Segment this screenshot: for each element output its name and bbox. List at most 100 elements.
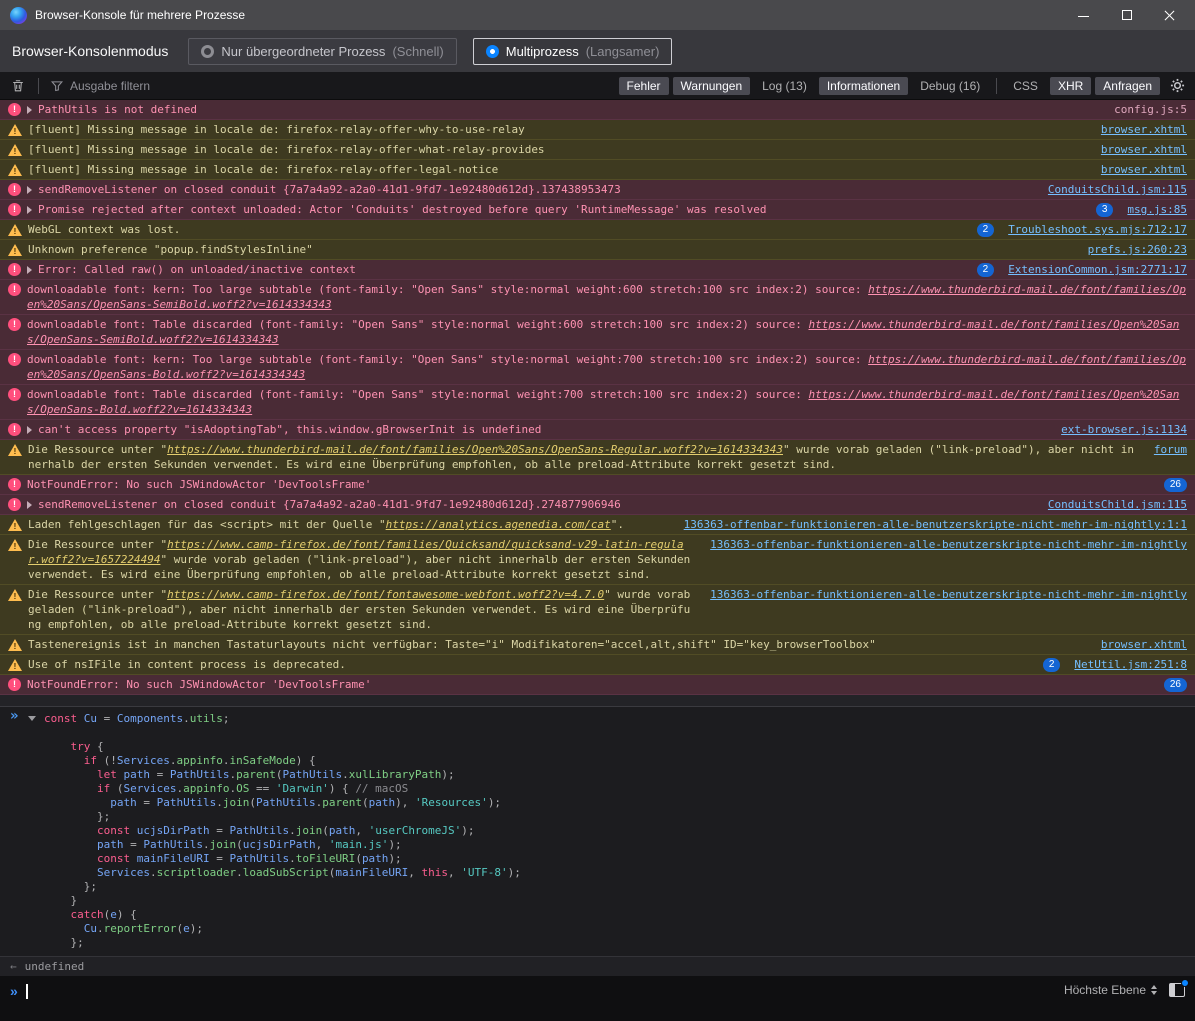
message-text: downloadable font: Table discarded (font…: [27, 317, 1187, 347]
code-line: const ucjsDirPath = PathUtils.join(path,…: [44, 824, 1187, 838]
mode-option-parent-process[interactable]: Nur übergeordneter Prozess (Schnell): [188, 38, 456, 65]
console-warning-row: Unknown preference "popup.findStylesInli…: [0, 240, 1195, 260]
result-value: undefined: [25, 960, 85, 973]
warning-icon: [8, 539, 22, 551]
console-error-row: sendRemoveListener on closed conduit {7a…: [0, 495, 1195, 515]
filter-button-xhr[interactable]: XHR: [1050, 77, 1091, 95]
maximize-button[interactable]: [1121, 10, 1132, 21]
filter-input[interactable]: Ausgabe filtern: [47, 79, 614, 93]
evaluation-context-selector[interactable]: Höchste Ebene: [1064, 983, 1157, 997]
console-error-row: downloadable font: Table discarded (font…: [0, 385, 1195, 420]
gear-icon: [1170, 78, 1185, 93]
code-line: const Cu = Components.utils;: [44, 712, 1187, 726]
filter-button-log-13[interactable]: Log (13): [754, 77, 815, 95]
filter-button-css[interactable]: CSS: [1005, 77, 1046, 95]
console-input-row[interactable]: » Höchste Ebene: [0, 976, 1195, 1021]
code-line: }: [44, 894, 1187, 908]
message-text: Unknown preference "popup.findStylesInli…: [28, 242, 1074, 257]
message-text: Die Ressource unter "https://www.thunder…: [28, 442, 1140, 472]
expand-arrow-icon[interactable]: [27, 106, 32, 114]
warning-icon: [8, 589, 22, 601]
message-url-link[interactable]: https://www.camp-firefox.de/font/familie…: [28, 538, 684, 566]
warning-icon: [8, 444, 22, 456]
message-text: Die Ressource unter "https://www.camp-fi…: [28, 537, 696, 582]
message-url-link[interactable]: https://www.thunderbird-mail.de/font/fam…: [27, 353, 1186, 381]
radio-checked-icon: [486, 45, 499, 58]
message-location[interactable]: 136363-offenbar-funktionieren-alle-benut…: [710, 587, 1187, 602]
message-location[interactable]: ext-browser.js:1134: [1061, 422, 1187, 437]
settings-gear-button[interactable]: [1165, 76, 1189, 96]
message-text: NotFoundError: No such JSWindowActor 'De…: [27, 477, 1158, 492]
error-icon: [8, 353, 21, 366]
repeat-count-badge: 26: [1164, 478, 1187, 492]
message-location[interactable]: ExtensionCommon.jsm:2771:17: [1008, 262, 1187, 277]
collapse-arrow-icon[interactable]: [28, 716, 36, 721]
message-location[interactable]: 136363-offenbar-funktionieren-alle-benut…: [684, 517, 1187, 532]
message-location[interactable]: forum: [1154, 442, 1187, 457]
message-text: PathUtils is not defined: [38, 102, 1100, 117]
warning-icon: [8, 224, 22, 236]
message-location[interactable]: browser.xhtml: [1101, 142, 1187, 157]
notification-dot: [1181, 979, 1189, 987]
message-text: sendRemoveListener on closed conduit {7a…: [38, 182, 1034, 197]
message-text: Tastenereignis ist in manchen Tastaturla…: [28, 637, 1087, 652]
message-location[interactable]: browser.xhtml: [1101, 637, 1187, 652]
filter-button-debug-16[interactable]: Debug (16): [912, 77, 988, 95]
message-text: downloadable font: kern: Too large subta…: [27, 282, 1187, 312]
message-location[interactable]: msg.js:85: [1127, 202, 1187, 217]
message-text: Promise rejected after context unloaded:…: [38, 202, 1090, 217]
message-location[interactable]: browser.xhtml: [1101, 122, 1187, 137]
message-location[interactable]: NetUtil.jsm:251:8: [1074, 657, 1187, 672]
trash-icon: [11, 79, 25, 93]
mode-option-multiprocess[interactable]: Multiprozess (Langsamer): [473, 38, 673, 65]
repeat-count-badge: 26: [1164, 678, 1187, 692]
expand-arrow-icon[interactable]: [27, 186, 32, 194]
expand-arrow-icon[interactable]: [27, 501, 32, 509]
error-icon: [8, 388, 21, 401]
code-line: [44, 726, 1187, 740]
message-url-link[interactable]: https://analytics.agenedia.com/cat: [386, 518, 611, 531]
message-location[interactable]: ConduitsChild.jsm:115: [1048, 497, 1187, 512]
error-icon: [8, 423, 21, 436]
titlebar: Browser-Konsole für mehrere Prozesse: [0, 0, 1195, 30]
message-location[interactable]: Troubleshoot.sys.mjs:712:17: [1008, 222, 1187, 237]
message-url-link[interactable]: https://www.thunderbird-mail.de/font/fam…: [27, 318, 1179, 346]
console-error-row: PathUtils is not definedconfig.js:5: [0, 100, 1195, 120]
expand-arrow-icon[interactable]: [27, 206, 32, 214]
console-error-row: Error: Called raw() on unloaded/inactive…: [0, 260, 1195, 280]
firefox-logo-icon: [10, 7, 27, 24]
context-selector-label: Höchste Ebene: [1064, 983, 1146, 997]
console-error-row: downloadable font: kern: Too large subta…: [0, 280, 1195, 315]
message-url-link[interactable]: https://www.thunderbird-mail.de/font/fam…: [27, 388, 1179, 416]
input-right-controls: Höchste Ebene: [1064, 983, 1185, 997]
console-warning-row: [fluent] Missing message in locale de: f…: [0, 160, 1195, 180]
code-line: };: [44, 880, 1187, 894]
message-text: WebGL context was lost.: [28, 222, 971, 237]
mode-option-label: Multiprozess: [506, 44, 579, 59]
filter-button-anfragen[interactable]: Anfragen: [1095, 77, 1160, 95]
filter-button-warnungen[interactable]: Warnungen: [673, 77, 751, 95]
close-button[interactable]: [1164, 10, 1175, 21]
level-filter-group: FehlerWarnungenLog (13)InformationenDebu…: [619, 77, 989, 95]
window-title: Browser-Konsole für mehrere Prozesse: [35, 8, 245, 22]
message-location[interactable]: prefs.js:260:23: [1088, 242, 1187, 257]
message-location[interactable]: 136363-offenbar-funktionieren-alle-benut…: [710, 537, 1187, 552]
sidebar-toggle-button[interactable]: [1169, 983, 1185, 997]
expand-arrow-icon[interactable]: [27, 426, 32, 434]
message-url-link[interactable]: https://www.thunderbird-mail.de/font/fam…: [27, 283, 1186, 311]
code-line: if (!Services.appinfo.inSafeMode) {: [44, 754, 1187, 768]
code-line: Cu.reportError(e);: [44, 922, 1187, 936]
message-location[interactable]: browser.xhtml: [1101, 162, 1187, 177]
filter-button-fehler[interactable]: Fehler: [619, 77, 669, 95]
filter-button-informationen[interactable]: Informationen: [819, 77, 908, 95]
message-location[interactable]: ConduitsChild.jsm:115: [1048, 182, 1187, 197]
message-url-link[interactable]: https://www.thunderbird-mail.de/font/fam…: [167, 443, 783, 456]
window-controls: [1078, 10, 1185, 21]
minimize-button[interactable]: [1078, 10, 1089, 21]
expand-arrow-icon[interactable]: [27, 266, 32, 274]
filter-funnel-icon: [51, 80, 63, 92]
clear-console-button[interactable]: [6, 76, 30, 96]
code-line: path = PathUtils.join(PathUtils.parent(p…: [44, 796, 1187, 810]
message-url-link[interactable]: https://www.camp-firefox.de/font/fontawe…: [167, 588, 604, 601]
repeat-count-badge: 3: [1096, 203, 1114, 217]
